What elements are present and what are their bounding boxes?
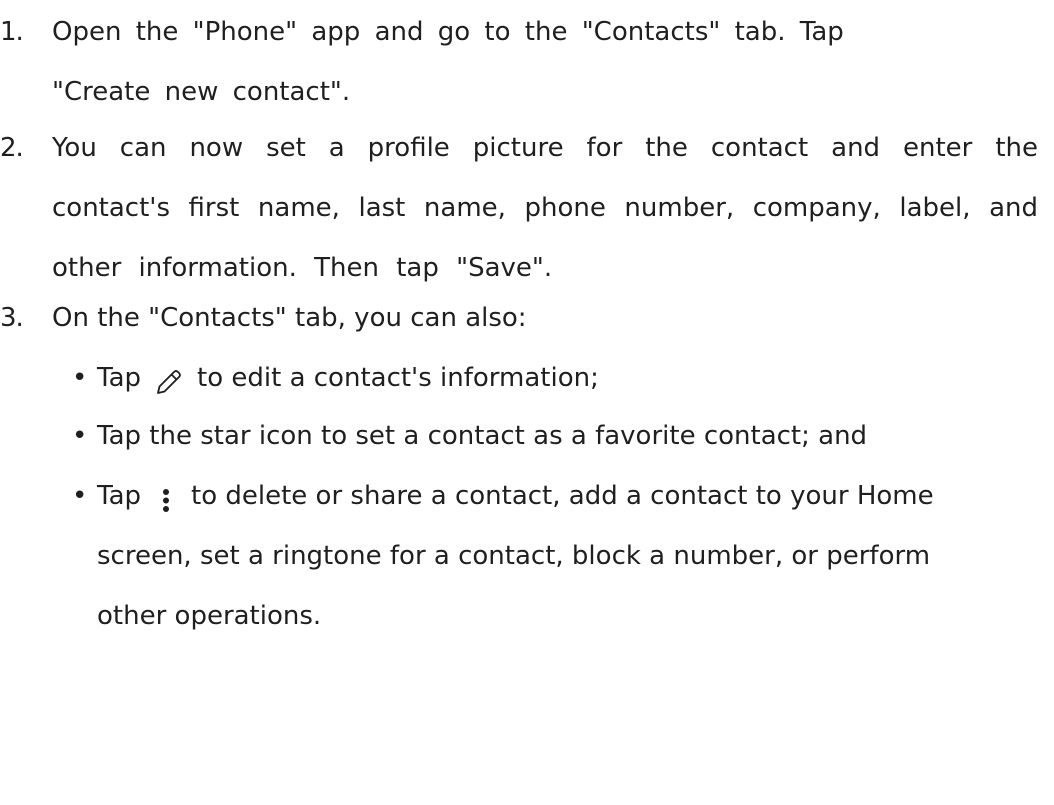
list-item-prefix: Tap xyxy=(97,481,142,511)
list-item-suffix: to delete or share a contact, add a cont… xyxy=(97,481,934,631)
step-number: 1. xyxy=(0,17,24,47)
more-vertical-icon xyxy=(159,478,173,512)
instructions-document: 1. Open the "Phone" app and go to the "C… xyxy=(0,0,1054,805)
step-text-line-2: "Create new contact". xyxy=(52,77,351,107)
list-item-text: Tap to delete or share a contact, add a c… xyxy=(97,466,997,646)
list-item-suffix: to edit a contact's information; xyxy=(197,363,599,393)
bullet-marker: • xyxy=(72,363,88,393)
step-number: 3. xyxy=(0,303,24,333)
bullet-marker: • xyxy=(72,421,88,451)
list-item-text: Tap to edit a contact's information; xyxy=(97,348,997,408)
list-item-text: Tap the star icon to set a contact as a … xyxy=(97,421,868,451)
list-item-prefix: Tap xyxy=(97,363,142,393)
bullet-marker: • xyxy=(72,481,88,511)
step-text-line-1: Open the "Phone" app and go to the "Cont… xyxy=(52,17,844,47)
step-text: Open the "Phone" app and go to the "Cont… xyxy=(52,2,972,122)
step-number: 2. xyxy=(0,133,24,163)
step-text: You can now set a profile picture for th… xyxy=(52,133,1038,283)
pencil-edit-icon xyxy=(153,360,185,394)
step-text: On the "Contacts" tab, you can also: xyxy=(52,303,527,333)
